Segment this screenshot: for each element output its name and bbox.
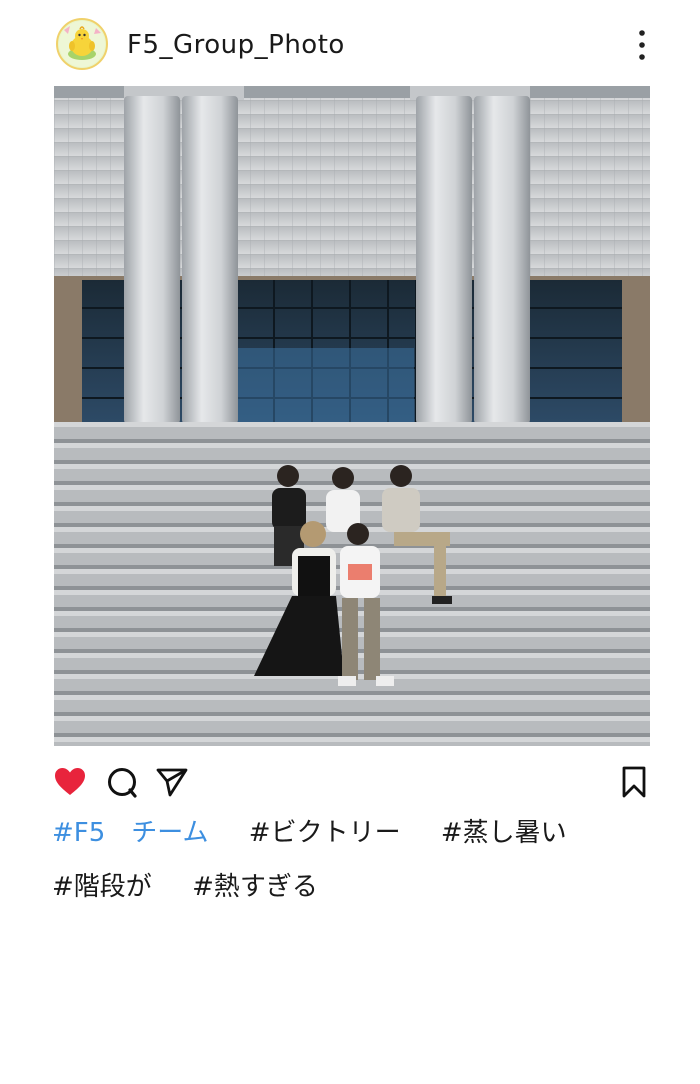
more-options-icon[interactable] <box>630 28 654 62</box>
chick-icon <box>59 21 105 67</box>
post-photo[interactable] <box>54 86 650 746</box>
heart-icon[interactable] <box>52 764 88 800</box>
hashtag[interactable]: #ビクトリー <box>249 806 401 860</box>
bookmark-icon[interactable] <box>616 764 652 800</box>
group-photo-image <box>54 86 650 746</box>
hashtag[interactable]: #F5 チーム <box>52 806 209 860</box>
send-icon[interactable] <box>154 764 190 800</box>
hashtag[interactable]: #蒸し暑い <box>441 806 567 860</box>
hashtag-caption: #F5 チーム #ビクトリー #蒸し暑い #階段が #熱すぎる <box>52 806 652 914</box>
comment-icon[interactable] <box>104 764 140 800</box>
hashtag[interactable]: #熱すぎる <box>192 860 318 914</box>
post-actions <box>0 760 700 804</box>
username[interactable]: F5_Group_Photo <box>127 28 345 62</box>
hashtag[interactable]: #階段が <box>52 860 152 914</box>
post-header: F5_Group_Photo <box>0 0 700 86</box>
avatar[interactable] <box>56 18 108 70</box>
